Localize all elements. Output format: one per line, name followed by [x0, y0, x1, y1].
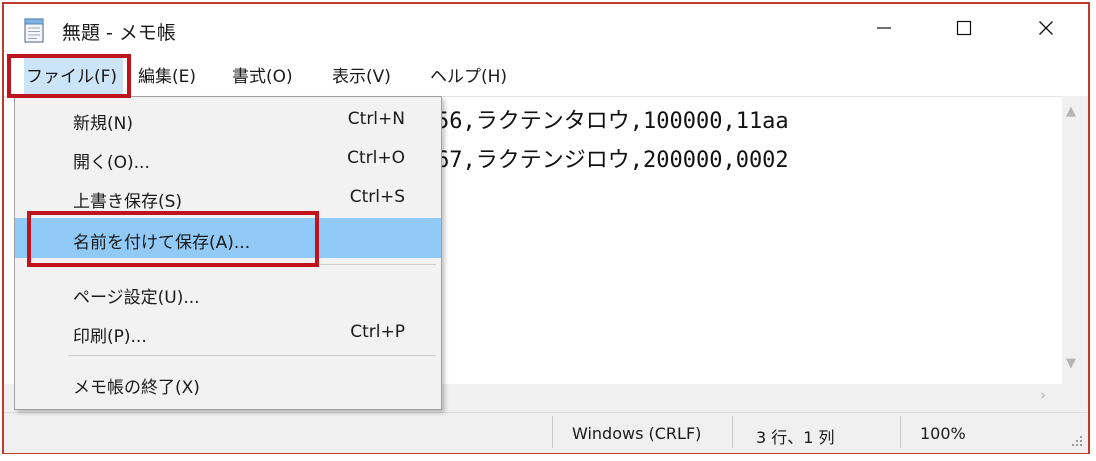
maximize-icon	[956, 20, 972, 40]
minimize-icon	[876, 20, 892, 40]
status-cursor-position: 3 行、1 列	[756, 428, 835, 447]
menu-item-label: ページ設定(U)...	[73, 288, 200, 308]
notepad-icon	[22, 16, 46, 44]
menu-help[interactable]: ヘルプ(H)	[424, 58, 513, 96]
status-zoom: 100%	[920, 424, 966, 443]
scrollbar-corner	[1062, 384, 1088, 412]
close-icon	[1038, 20, 1054, 40]
status-divider	[552, 416, 553, 448]
menu-view[interactable]: 表示(V)	[326, 58, 397, 96]
menu-item-shortcut: Ctrl+O	[347, 148, 405, 168]
menu-item-label: 新規(N)	[73, 114, 133, 134]
editor-line: 67,ラクテンジロウ,200000,0002	[436, 148, 789, 173]
menu-format[interactable]: 書式(O)	[226, 58, 299, 96]
scroll-right-icon[interactable]: ›	[1040, 386, 1046, 404]
menu-item-shortcut: Ctrl+S	[349, 187, 405, 207]
menu-item-label: メモ帳の終了(X)	[73, 378, 200, 398]
status-line-ending: Windows (CRLF)	[572, 424, 702, 443]
menu-item-shortcut: Ctrl+P	[350, 322, 405, 342]
scroll-down-icon[interactable]: ▼	[1066, 356, 1076, 371]
maximize-button[interactable]	[922, 4, 1006, 56]
minimize-button[interactable]	[842, 4, 926, 56]
menu-item-shortcut: Ctrl+N	[347, 109, 405, 129]
scroll-up-icon[interactable]: ▲	[1066, 104, 1076, 119]
resize-grip-icon[interactable]	[1068, 432, 1084, 448]
vertical-scrollbar[interactable]	[1062, 96, 1088, 384]
window-title: 無題 - メモ帳	[62, 22, 176, 44]
menu-item-new[interactable]: 新規(N) Ctrl+N	[15, 100, 441, 138]
menu-item-label: 印刷(P)...	[73, 327, 147, 347]
close-button[interactable]	[1004, 4, 1088, 56]
menu-item-print[interactable]: 印刷(P)... Ctrl+P	[15, 313, 441, 351]
menu-item-label: 上書き保存(S)	[73, 192, 183, 212]
status-divider	[732, 416, 733, 448]
annotation-highlight-file-menu	[7, 54, 131, 98]
menu-item-label: 開く(O)...	[73, 153, 150, 173]
menu-item-exit[interactable]: メモ帳の終了(X)	[15, 364, 441, 402]
annotation-highlight-save-as	[27, 211, 319, 267]
status-divider	[900, 416, 901, 448]
menu-edit[interactable]: 編集(E)	[132, 58, 202, 96]
menu-divider	[68, 355, 436, 356]
menu-item-open[interactable]: 開く(O)... Ctrl+O	[15, 139, 441, 177]
editor-line: 56,ラクテンタロウ,100000,11aa	[436, 109, 789, 134]
menu-item-page-setup[interactable]: ページ設定(U)...	[15, 274, 441, 312]
